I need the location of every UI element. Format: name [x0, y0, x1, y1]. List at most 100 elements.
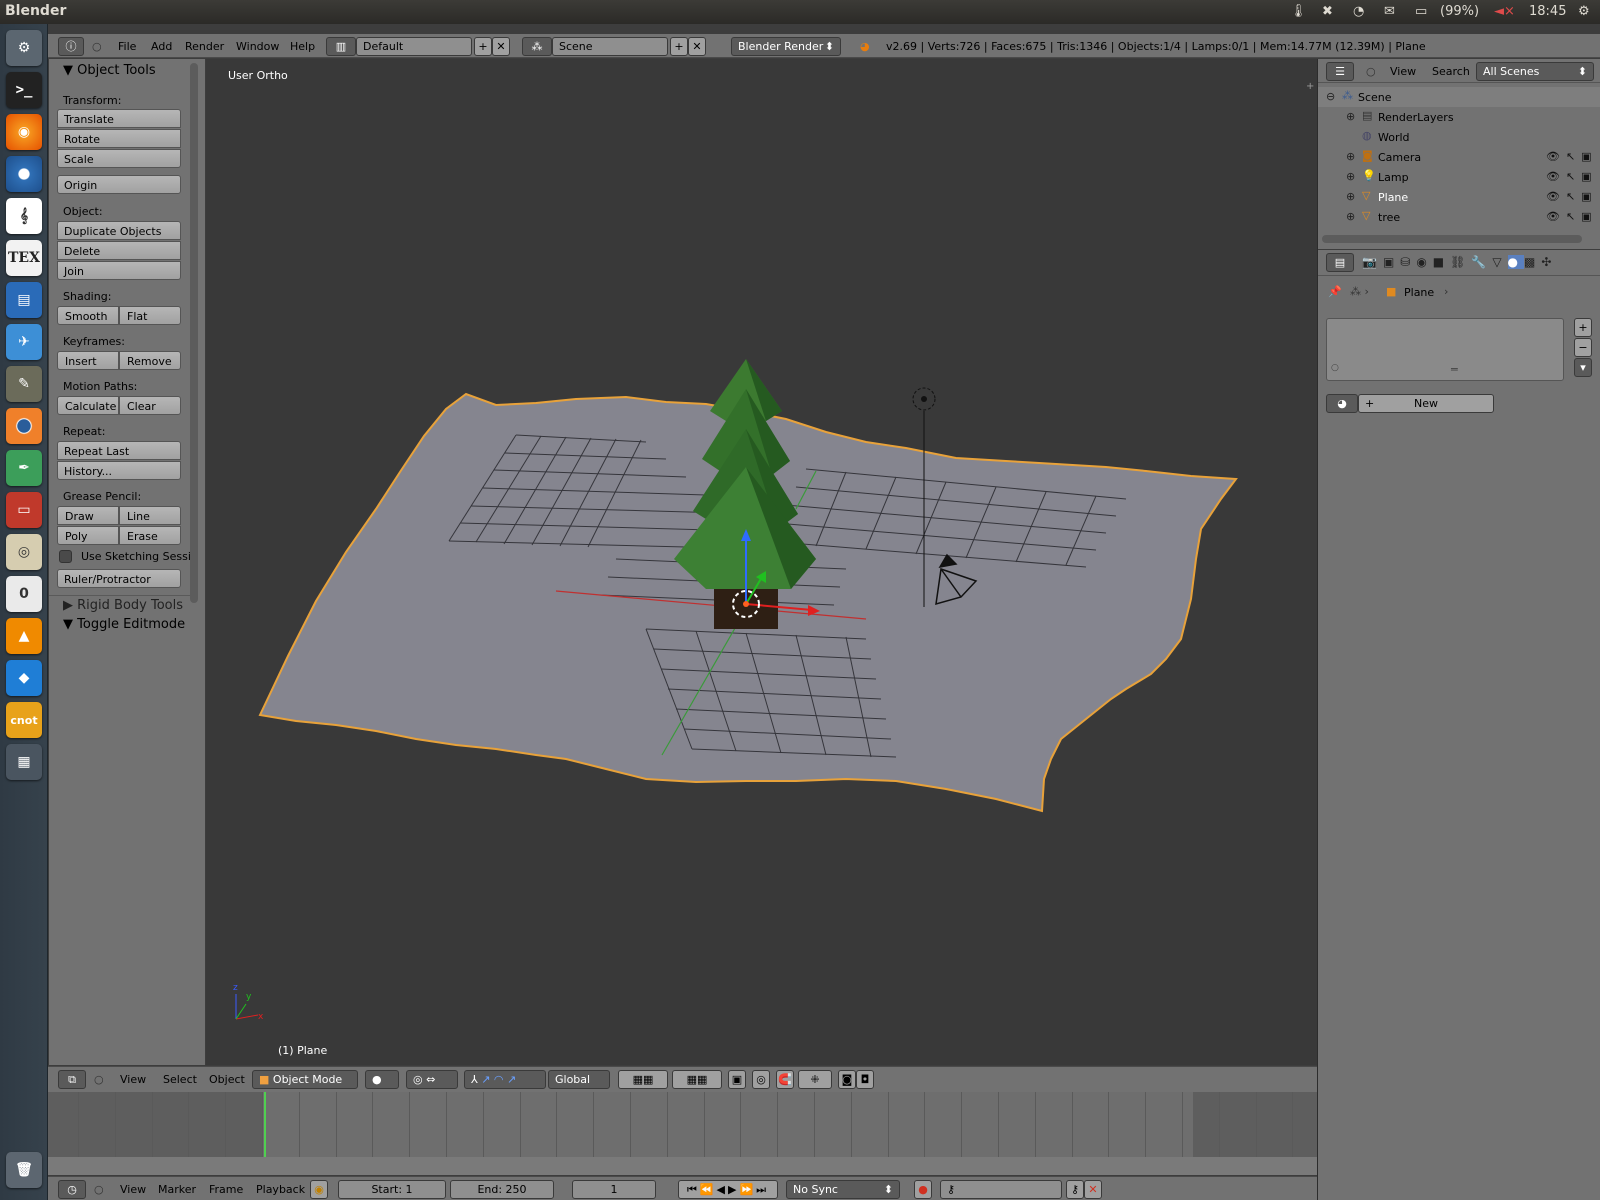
rigid-body-header[interactable]: ▶ Rigid Body Tools — [63, 598, 183, 613]
render-animation-icon[interactable]: ◘ — [856, 1070, 874, 1089]
start-frame-field[interactable]: Start: 1 — [338, 1180, 446, 1199]
expand-icon[interactable]: ⊕ — [1346, 190, 1355, 203]
sketching-checkbox[interactable] — [59, 550, 72, 563]
outliner-scrollbar[interactable] — [1322, 235, 1582, 243]
vertical-separator[interactable] — [1317, 59, 1318, 1200]
collapse-icon[interactable]: ○ — [1366, 65, 1376, 78]
material-browse-icon[interactable]: ◕ — [1326, 394, 1358, 413]
draw-button[interactable]: Draw — [57, 506, 119, 525]
info-editor-icon[interactable]: ⓘ — [58, 37, 84, 56]
gear-icon[interactable]: ⚙ — [1578, 4, 1590, 19]
outliner-view-menu[interactable]: View — [1390, 65, 1416, 78]
select-menu[interactable]: Select — [163, 1073, 197, 1086]
gimp-icon[interactable]: ✎ — [6, 366, 42, 402]
remove-keyframe-button[interactable]: Remove — [119, 351, 181, 370]
cnot-icon[interactable]: cnot — [6, 702, 42, 738]
outliner-editor-icon[interactable]: ☰ — [1326, 62, 1354, 81]
vlc-icon[interactable]: ▲ — [6, 618, 42, 654]
add-slot-button[interactable]: + — [1574, 318, 1592, 337]
marker-menu[interactable]: Marker — [158, 1183, 196, 1196]
layers-buttons-2[interactable]: ▦▦ — [672, 1070, 722, 1089]
visibility-icons[interactable]: 👁↖▣ — [1546, 170, 1598, 183]
menu-file[interactable]: File — [118, 40, 136, 53]
firefox-icon[interactable]: ◉ — [6, 114, 42, 150]
outliner-row-tree[interactable]: ⊕ ▽ tree 👁↖▣ — [1318, 207, 1600, 227]
timeline-editor-icon[interactable]: ◷ — [58, 1180, 86, 1199]
remove-screen-button[interactable]: ✕ — [492, 37, 510, 56]
flat-button[interactable]: Flat — [119, 306, 181, 325]
clear-button[interactable]: Clear — [119, 396, 181, 415]
delete-key-icon[interactable]: ✕ — [1084, 1180, 1102, 1199]
add-scene-button[interactable]: + — [670, 37, 688, 56]
dropbox-tray-icon[interactable]: ✖ — [1322, 4, 1333, 19]
snap-toggle-icon[interactable]: 🧲 — [776, 1070, 794, 1089]
toolshelf-scrollbar[interactable] — [190, 63, 198, 603]
insert-keyframe-button[interactable]: Insert — [57, 351, 119, 370]
inkscape-icon[interactable]: ✒ — [6, 450, 42, 486]
visibility-icons[interactable]: 👁↖▣ — [1546, 210, 1598, 223]
outliner-row-lamp[interactable]: ⊕ 💡 Lamp 👁↖▣ — [1318, 167, 1600, 187]
rotate-button[interactable]: Rotate — [57, 129, 181, 148]
screen-layout-field[interactable]: Default — [356, 37, 472, 56]
collapse-icon[interactable]: ○ — [92, 40, 102, 53]
scene-icon[interactable]: ⁂ — [522, 37, 552, 56]
outliner-search-menu[interactable]: Search — [1432, 65, 1470, 78]
expand-icon[interactable]: ⊕ — [1346, 150, 1355, 163]
duplicate-objects-button[interactable]: Duplicate Objects — [57, 221, 181, 240]
proportional-icon[interactable]: ◎ — [752, 1070, 770, 1089]
calculate-button[interactable]: Calculate — [57, 396, 119, 415]
view-menu[interactable]: View — [120, 1073, 146, 1086]
slot-specials-dropdown[interactable]: ▾ — [1574, 358, 1592, 377]
remove-slot-button[interactable]: − — [1574, 338, 1592, 357]
trash-icon[interactable]: 🗑 — [6, 1152, 42, 1188]
musescore-icon[interactable]: 𝄞 — [6, 198, 42, 234]
orientation-dropdown[interactable]: Global — [548, 1070, 610, 1089]
object-menu[interactable]: Object — [209, 1073, 245, 1086]
outliner-row-scene[interactable]: ⊖ ⁂ Scene — [1318, 87, 1600, 107]
workspace-icon[interactable]: ▦ — [6, 744, 42, 780]
lock-icon[interactable]: ▣ — [728, 1070, 746, 1089]
battery-icon[interactable]: ▭ — [1415, 4, 1427, 19]
files-icon[interactable]: ▭ — [6, 492, 42, 528]
mail-icon[interactable]: ✉ — [1384, 4, 1395, 19]
ruler-protractor-button[interactable]: Ruler/Protractor — [57, 569, 181, 588]
3d-viewport[interactable]: User Ortho + y z x (1) Plane — [206, 59, 1317, 1065]
collapse-icon[interactable]: ○ — [94, 1183, 104, 1196]
expand-icon[interactable]: ⊕ — [1346, 110, 1355, 123]
menu-render[interactable]: Render — [185, 40, 224, 53]
render-engine-dropdown[interactable]: Blender Render ⬍ — [731, 37, 841, 56]
counter-icon[interactable]: 0 — [6, 576, 42, 612]
menu-add[interactable]: Add — [151, 40, 172, 53]
remove-scene-button[interactable]: ✕ — [688, 37, 706, 56]
terminal-icon[interactable]: >_ — [6, 72, 42, 108]
join-button[interactable]: Join — [57, 261, 181, 280]
outliner-row-renderlayers[interactable]: ⊕ ▤ RenderLayers — [1318, 107, 1600, 127]
blender-icon[interactable] — [6, 408, 42, 444]
display-mode-dropdown[interactable]: All Scenes ⬍ — [1476, 62, 1594, 81]
settings-icon[interactable]: ⚙ — [6, 30, 42, 66]
thunderbird-icon[interactable]: ✈ — [6, 324, 42, 360]
history-button[interactable]: History... — [57, 461, 181, 480]
current-frame-field[interactable]: 1 — [572, 1180, 656, 1199]
translate-button[interactable]: Translate — [57, 109, 181, 128]
insert-key-icon[interactable]: ⚷ — [1066, 1180, 1084, 1199]
manipulator-buttons[interactable]: ⅄ ↗ ◠ ↗ — [464, 1070, 546, 1089]
record-icon[interactable]: ● — [914, 1180, 932, 1199]
pin-icon[interactable]: 📌 — [1328, 285, 1342, 298]
outliner-row-world[interactable]: ◍ World — [1318, 127, 1600, 147]
visibility-icons[interactable]: 👁↖▣ — [1546, 190, 1598, 203]
pivot-dropdown[interactable]: ◎ ⇔ — [406, 1070, 458, 1089]
add-screen-button[interactable]: + — [474, 37, 492, 56]
outliner-row-camera[interactable]: ⊕ ◙ Camera 👁↖▣ — [1318, 147, 1600, 167]
expand-icon[interactable]: ⊖ — [1326, 90, 1335, 103]
render-still-icon[interactable]: ◙ — [838, 1070, 856, 1089]
tex-icon[interactable]: TEX — [6, 240, 42, 276]
preview-range-icon[interactable]: ◉ — [310, 1180, 328, 1199]
visibility-icons[interactable]: 👁↖▣ — [1546, 150, 1598, 163]
mode-dropdown[interactable]: ■ Object Mode — [252, 1070, 358, 1089]
keying-set-field[interactable]: ⚷ — [940, 1180, 1062, 1199]
dropbox-icon[interactable]: ◆ — [6, 660, 42, 696]
outliner-row-plane[interactable]: ⊕ ▽ Plane 👁↖▣ — [1318, 187, 1600, 207]
volume-muted-icon[interactable]: ◄× — [1494, 4, 1515, 19]
timeline-view-menu[interactable]: View — [120, 1183, 146, 1196]
